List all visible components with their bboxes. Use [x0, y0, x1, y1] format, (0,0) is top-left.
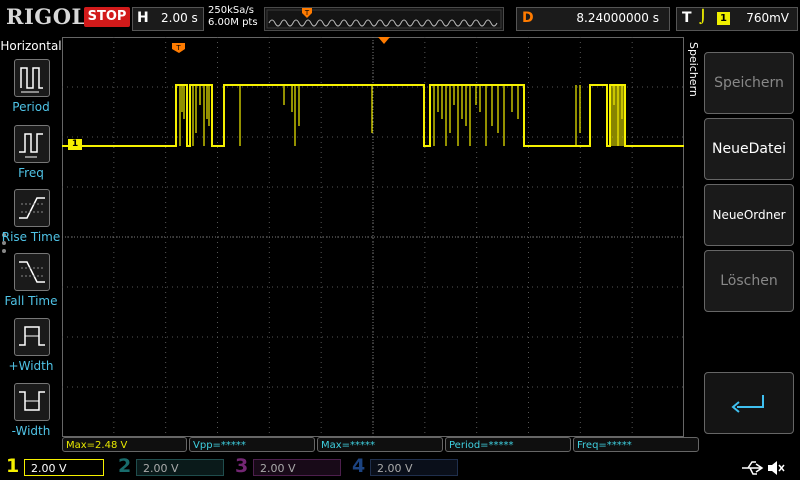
period-label: Period: [12, 100, 50, 114]
falling-edge-icon: ⌡: [699, 10, 707, 25]
channel-2-scale: 2.00 V: [136, 459, 224, 476]
measure-period-item[interactable]: Period: [0, 59, 62, 121]
measurement-max[interactable]: Max=*****: [317, 437, 443, 452]
measure-fall-time-item[interactable]: Fall Time: [0, 253, 62, 315]
right-menu-title: Speichern: [687, 42, 700, 97]
acquisition-info: 250kSa/s 6.00M pts: [208, 5, 258, 29]
memory-overview-bar[interactable]: T: [264, 7, 504, 31]
new-file-button[interactable]: NeueDatei: [704, 118, 794, 180]
trigger-time-marker-icon: T: [172, 43, 185, 53]
left-measure-menu: Horizontal Period Freq Rise Time Fall Ti…: [0, 37, 62, 455]
usb-icon: [742, 461, 764, 475]
timebase-box[interactable]: H 2.00 s: [132, 7, 204, 31]
channel-bar: 1 2.00 V 2 2.00 V 3 2.00 V 4 2.00 V: [0, 455, 800, 480]
left-menu-title: Horizontal: [0, 39, 62, 53]
rise-time-icon: [14, 189, 50, 227]
measurement-bar: Max=2.48 V Vpp=***** Max=***** Period=**…: [62, 437, 700, 453]
return-arrow-icon: [731, 395, 764, 413]
brand-logo: RIGOL: [6, 4, 87, 29]
positive-width-label: +Width: [8, 359, 54, 373]
delay-box[interactable]: D 8.24000000 s: [516, 7, 670, 31]
channel-4-number: 4: [352, 455, 366, 477]
trigger-label: T: [682, 10, 692, 26]
negative-width-label: -Width: [11, 424, 51, 438]
channel-4-tab[interactable]: 4 2.00 V: [346, 455, 461, 480]
trigger-source-badge: 1: [717, 12, 730, 25]
channel-1-tab[interactable]: 1 2.00 V: [0, 455, 110, 480]
trigger-position-marker-icon: T: [302, 8, 312, 18]
rise-time-label: Rise Time: [1, 230, 61, 244]
measure-freq-item[interactable]: Freq: [0, 125, 62, 187]
return-button[interactable]: [704, 372, 794, 434]
fall-time-label: Fall Time: [4, 294, 58, 308]
memory-depth: 6.00M pts: [208, 17, 258, 28]
channel-1-ground-marker[interactable]: 1: [68, 139, 82, 150]
svg-text:T: T: [175, 44, 181, 52]
measure-positive-width-item[interactable]: +Width: [0, 318, 62, 380]
period-icon: [14, 59, 50, 97]
trigger-level: 760mV: [746, 11, 789, 25]
measurement-freq[interactable]: Freq=*****: [573, 437, 699, 452]
freq-label: Freq: [18, 166, 44, 180]
trigger-box[interactable]: T ⌡ 1 760mV: [676, 7, 798, 31]
measurement-period[interactable]: Period=*****: [445, 437, 571, 452]
frequency-icon: [14, 125, 50, 163]
new-folder-button[interactable]: NeueOrdner: [704, 184, 794, 246]
timebase-value: 2.00 s: [161, 11, 198, 25]
waveform-display[interactable]: [62, 37, 684, 437]
save-button[interactable]: Speichern: [704, 52, 794, 114]
speaker-muted-icon[interactable]: [766, 458, 786, 478]
channel-3-scale: 2.00 V: [253, 459, 341, 476]
run-stop-indicator[interactable]: STOP: [84, 7, 130, 27]
channel-2-number: 2: [118, 455, 132, 477]
svg-text:T: T: [304, 9, 310, 17]
measure-negative-width-item[interactable]: -Width: [0, 383, 62, 445]
center-time-marker-icon: [378, 37, 390, 44]
measure-rise-time-item[interactable]: Rise Time: [0, 189, 62, 251]
delay-value: 8.24000000 s: [576, 11, 659, 25]
sample-rate: 250kSa/s: [208, 5, 254, 16]
top-status-bar: RIGOL STOP H 2.00 s 250kSa/s 6.00M pts T…: [0, 0, 800, 36]
negative-width-icon: [14, 383, 50, 421]
channel-2-tab[interactable]: 2 2.00 V: [112, 455, 227, 480]
delete-button[interactable]: Löschen: [704, 250, 794, 312]
measurement-vpp[interactable]: Vpp=*****: [189, 437, 315, 452]
delay-label: D: [522, 10, 534, 26]
channel-1-number: 1: [6, 455, 20, 477]
positive-width-icon: [14, 318, 50, 356]
channel-1-scale: 2.00 V: [24, 459, 104, 476]
channel-3-number: 3: [235, 455, 249, 477]
horizontal-label: H: [137, 10, 149, 26]
channel-4-scale: 2.00 V: [370, 459, 458, 476]
channel-3-tab[interactable]: 3 2.00 V: [229, 455, 344, 480]
measurement-max-ch1[interactable]: Max=2.48 V: [62, 437, 187, 452]
fall-time-icon: [14, 253, 50, 291]
